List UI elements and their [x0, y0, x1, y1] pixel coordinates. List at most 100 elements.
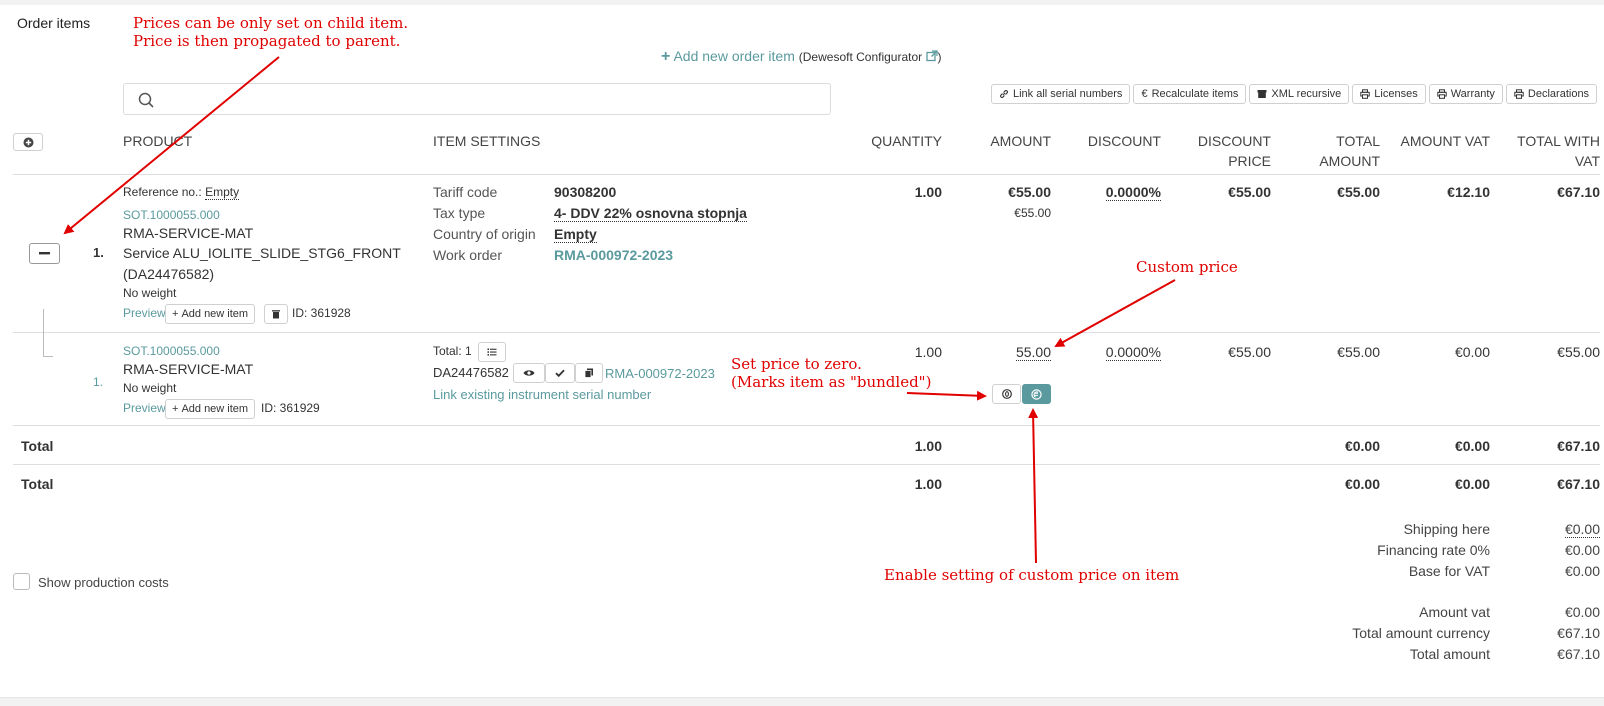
column-discount: DISCOUNT	[1087, 133, 1161, 149]
setting-label: Tariff code	[433, 184, 498, 200]
custom-price-icon	[1031, 388, 1042, 400]
warranty-button[interactable]: Warranty	[1428, 84, 1503, 104]
sot-link[interactable]: SOT.1000055.000	[123, 344, 220, 358]
link-serial-link[interactable]: Link existing instrument serial number	[433, 387, 651, 402]
search-input[interactable]	[124, 84, 830, 114]
divider	[13, 464, 1600, 465]
recalculate-items-button[interactable]: € Recalculate items	[1133, 84, 1247, 104]
amount-value: €55.00	[1008, 184, 1051, 200]
trash-icon	[272, 310, 280, 319]
weight: No weight	[123, 286, 177, 300]
product-serial: (DA24476582)	[123, 266, 215, 282]
column-item-settings: ITEM SETTINGS	[433, 133, 541, 149]
discount-value[interactable]: 0.0000%	[1060, 344, 1161, 361]
item-id: ID: 361928	[292, 306, 351, 320]
annotation-line: Set price to zero.	[731, 355, 862, 373]
quantity-value: 1.00	[914, 184, 942, 200]
total-total-amount: €0.00	[1344, 476, 1380, 492]
tree-line	[43, 356, 53, 357]
country-value[interactable]: Empty	[554, 226, 597, 243]
column-amount-vat: AMOUNT VAT	[1400, 133, 1490, 149]
tax-type-value[interactable]: 4- DDV 22% osnovna stopnja	[554, 205, 747, 222]
annotation-child-price: Prices can be only set on child item. Pr…	[133, 14, 408, 50]
list-serials-button[interactable]	[478, 342, 506, 362]
setting-label: Tax type	[433, 205, 486, 221]
bottom-bar	[0, 697, 1604, 706]
work-order-link[interactable]: RMA-000972-2023	[554, 247, 673, 263]
total-label: Total	[21, 438, 54, 454]
plus-icon: +	[172, 308, 179, 320]
show-production-costs-checkbox[interactable]	[13, 573, 30, 590]
custom-amount-input[interactable]: 55.00	[960, 344, 1051, 361]
item-id: ID: 361929	[261, 401, 320, 415]
summary-label: Base for VAT	[1408, 563, 1490, 579]
summary-label: Financing rate 0%	[1377, 542, 1490, 558]
column-total-amount: TOTAL AMOUNT	[1319, 133, 1380, 169]
confirm-serial-button[interactable]	[545, 363, 575, 383]
setting-value: 90308200	[554, 184, 617, 200]
reference-no: Reference no.: Empty	[123, 185, 240, 200]
add-new-item-button[interactable]: + Add new item	[165, 399, 256, 419]
work-order-link[interactable]: RMA-000972-2023	[605, 366, 715, 381]
row-index: 1.	[93, 245, 104, 260]
collapse-button[interactable]	[29, 243, 60, 264]
summary-value: €67.10	[1557, 625, 1600, 641]
serial-number: DA24476582	[433, 365, 509, 380]
set-price-zero-button[interactable]	[992, 384, 1021, 404]
toolbar: Link all serial numbers € Recalculate it…	[991, 84, 1598, 104]
annotation-line: Prices can be only set on child item.	[133, 14, 409, 32]
declarations-button[interactable]: Declarations	[1505, 84, 1598, 104]
summary-value: €0.00	[1564, 563, 1600, 579]
amount-sub-value: €55.00	[1014, 206, 1051, 220]
arrow	[1054, 279, 1176, 347]
amount-vat-value: €0.00	[1454, 344, 1490, 360]
add-new-item-button[interactable]: + Add new item	[165, 304, 256, 324]
annotation-set-zero: Set price to zero. (Marks item as "bundl…	[731, 355, 931, 391]
summary-label: Amount vat	[1419, 604, 1490, 620]
row-index: 1.	[93, 375, 104, 389]
summary-label: Shipping here	[1403, 521, 1490, 537]
licenses-button[interactable]: Licenses	[1352, 84, 1426, 104]
discount-price-value: €55.00	[1228, 184, 1271, 200]
print-icon	[1437, 89, 1447, 99]
column-total-with-vat: TOTAL WITH VAT	[1517, 133, 1600, 169]
summary-label: Total amount currency	[1352, 625, 1490, 641]
search-icon	[138, 92, 154, 108]
enable-custom-price-button[interactable]	[1022, 384, 1051, 404]
list-icon	[487, 348, 497, 356]
copy-serial-button[interactable]	[575, 363, 603, 383]
expand-all-button[interactable]	[13, 133, 43, 151]
arrow	[1028, 408, 1039, 564]
sot-link[interactable]: SOT.1000055.000	[123, 208, 220, 222]
view-serial-button[interactable]	[513, 363, 545, 383]
xml-recursive-button[interactable]: XML recursive	[1249, 84, 1350, 104]
amount-vat-value: €12.10	[1447, 184, 1490, 200]
column-discount-price: DISCOUNT PRICE	[1197, 133, 1271, 169]
total-with-vat-value: €67.10	[1557, 184, 1600, 200]
configurator-link[interactable]: (Dewesoft Configurator )	[799, 50, 942, 64]
column-quantity: QUANTITY	[871, 133, 942, 149]
preview-link[interactable]: Preview	[123, 306, 166, 320]
column-amount: AMOUNT	[990, 133, 1051, 149]
product-code: RMA-SERVICE-MAT	[123, 361, 254, 377]
preview-link[interactable]: Preview	[123, 401, 166, 415]
arrow	[906, 390, 987, 401]
discount-price-value: €55.00	[1228, 344, 1271, 360]
setting-label: Country of origin	[433, 226, 536, 242]
link-all-serials-button[interactable]: Link all serial numbers	[991, 84, 1131, 104]
plus-icon: +	[172, 403, 179, 415]
delete-button[interactable]	[264, 304, 288, 324]
divider	[13, 332, 1600, 333]
annotation-line: Price is then propagated to parent.	[133, 32, 401, 50]
total-with-vat-value: €55.00	[1557, 344, 1600, 360]
link-icon	[1000, 90, 1008, 98]
discount-value[interactable]: 0.0000%	[1060, 184, 1161, 201]
divider	[13, 174, 1600, 175]
column-product: PRODUCT	[123, 133, 193, 149]
serial-total: Total: 1	[433, 344, 472, 358]
archive-icon	[1257, 90, 1267, 98]
print-icon	[1360, 89, 1370, 99]
shipping-value[interactable]: €0.00	[1500, 521, 1600, 538]
add-order-item-link[interactable]: + Add new order item (Dewesoft Configura…	[661, 48, 942, 66]
reference-value[interactable]: Empty	[205, 185, 240, 200]
